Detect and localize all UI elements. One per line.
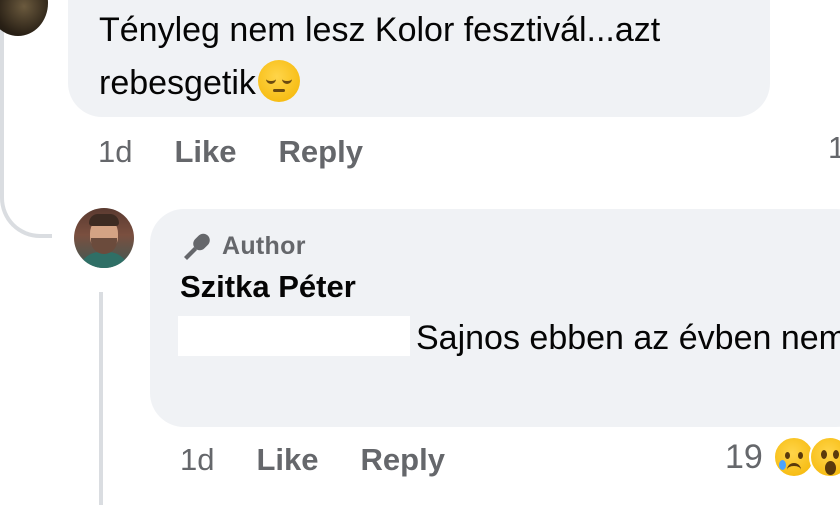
reply-button[interactable]: Reply (279, 134, 363, 170)
parent-comment-actions: 1d Like Reply (98, 134, 363, 170)
reaction-count-partial: 1 (828, 130, 840, 165)
reply-thread-line (99, 292, 103, 505)
comment-timestamp[interactable]: 1d (180, 442, 214, 478)
comment-thread: Tényleg nem lesz Kolor fesztivál...azt r… (0, 0, 840, 505)
reply-button[interactable]: Reply (361, 442, 445, 478)
microphone-icon (184, 233, 210, 260)
author-badge: Author (180, 231, 306, 261)
redacted-mention (178, 316, 410, 356)
like-button[interactable]: Like (174, 134, 236, 170)
pensive-face-icon (257, 60, 300, 102)
commenter-name[interactable]: Szitka Péter (180, 269, 356, 305)
author-avatar[interactable] (74, 208, 134, 268)
author-badge-label: Author (222, 231, 306, 260)
reply-comment-bubble: Author Szitka Péter Sajnos ebben az évbe… (150, 209, 840, 427)
reaction-count: 19 (725, 437, 763, 476)
parent-comment-text: Tényleg nem lesz Kolor fesztivál...azt r… (99, 11, 661, 102)
reply-comment-actions: 1d Like Reply (180, 442, 445, 478)
thread-connector-line (0, 0, 52, 238)
parent-comment-bubble: Tényleg nem lesz Kolor fesztivál...azt r… (68, 0, 770, 117)
like-button[interactable]: Like (256, 442, 318, 478)
reaction-summary[interactable]: 19 (725, 436, 840, 478)
comment-timestamp[interactable]: 1d (98, 134, 132, 170)
wow-face-icon (808, 436, 840, 478)
